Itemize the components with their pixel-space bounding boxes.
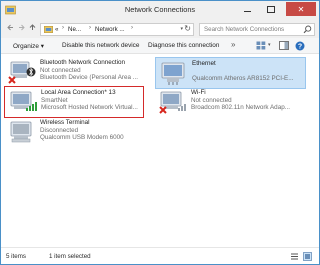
connections-list: Bluetooth Network Connection Not connect…	[1, 54, 319, 247]
connection-status: Not connected	[191, 96, 232, 104]
connection-name: Bluetooth Network Connection	[40, 59, 126, 66]
selection-count: 1 item selected	[49, 253, 91, 260]
status-bar: 5 items 1 item selected	[1, 247, 319, 264]
connection-status: Disconnected	[40, 126, 79, 134]
connection-item-wifi[interactable]: Wi-Fi Not connected Broadcom 802.11n Net…	[155, 87, 305, 117]
breadcrumb-network-connections[interactable]: Network ...	[95, 26, 125, 33]
organize-menu-button[interactable]: Organize ▾	[13, 42, 44, 50]
wifi-adapter-icon	[159, 91, 186, 114]
connection-device: Bluetooth Device (Personal Area ...	[40, 74, 139, 82]
title-bar[interactable]: Network Connections ✕	[1, 1, 319, 20]
disable-device-button[interactable]: Disable this network device	[62, 42, 139, 49]
connection-name: Wireless Terminal	[40, 119, 90, 126]
address-history-dropdown[interactable]: ▾	[180, 26, 183, 32]
minimize-button[interactable]	[236, 2, 258, 16]
maximize-button[interactable]	[260, 2, 282, 16]
connection-name: Ethernet	[192, 60, 216, 67]
connection-name: Local Area Connection* 13	[41, 89, 116, 96]
address-bar[interactable]: « › Ne... › Network ... › ▾ ↻	[40, 23, 194, 36]
chevron-right-icon[interactable]: ›	[89, 25, 91, 31]
refresh-icon[interactable]: ↻	[184, 24, 191, 33]
item-count: 5 items	[6, 253, 26, 260]
search-input[interactable]: Search Network Connections	[204, 26, 284, 33]
hosted-network-adapter-icon	[10, 91, 37, 111]
up-arrow-icon	[29, 24, 36, 30]
close-icon: ✕	[297, 4, 305, 14]
more-commands-button[interactable]: »	[231, 40, 235, 49]
connection-device: Qualcomm Atheros AR8152 PCI-E...	[192, 75, 294, 83]
connection-device: Microsoft Hosted Network Virtual...	[41, 104, 138, 112]
forward-arrow-icon	[19, 24, 25, 31]
chevron-right-icon[interactable]: ›	[131, 25, 133, 31]
view-options-dropdown[interactable]: ▾	[268, 42, 271, 48]
modem-adapter-icon	[10, 121, 32, 143]
forward-button[interactable]	[16, 23, 27, 34]
help-icon[interactable]: ?	[295, 41, 305, 51]
svg-text:?: ?	[298, 44, 302, 51]
change-view-icon[interactable]	[256, 41, 266, 50]
search-box[interactable]: Search Network Connections	[199, 23, 315, 36]
search-icon[interactable]	[303, 25, 312, 34]
connection-status: Not connected	[40, 66, 81, 74]
diagnose-connection-button[interactable]: Diagnose this connection	[148, 42, 219, 49]
network-connections-window: Network Connections ✕ « › Ne... › Networ…	[0, 0, 320, 265]
ethernet-adapter-icon	[161, 62, 185, 85]
connection-status: SmartNet	[41, 96, 68, 104]
connection-item-bluetooth[interactable]: Bluetooth Network Connection Not connect…	[4, 57, 154, 87]
minimize-icon	[243, 10, 251, 12]
connection-device: Broadcom 802.11n Network Adap...	[191, 104, 290, 112]
chevron-right-icon[interactable]: ›	[62, 25, 64, 31]
breadcrumb-overflow[interactable]: «	[55, 26, 58, 33]
large-icons-view-icon[interactable]	[303, 252, 312, 261]
back-arrow-icon	[7, 24, 13, 31]
bluetooth-adapter-icon	[8, 61, 36, 84]
maximize-icon	[267, 5, 275, 13]
close-button[interactable]: ✕	[286, 2, 316, 16]
command-bar: Organize ▾ Disable this network device D…	[1, 38, 319, 54]
navigation-bar: « › Ne... › Network ... › ▾ ↻ Search Net…	[1, 20, 319, 39]
up-button[interactable]	[27, 23, 38, 34]
details-view-icon[interactable]	[290, 252, 299, 261]
connection-device: Qualcomm USB Modem 6000	[40, 134, 124, 142]
back-button[interactable]	[5, 23, 16, 34]
connection-item-wireless-terminal[interactable]: Wireless Terminal Disconnected Qualcomm …	[4, 117, 154, 147]
connection-name: Wi-Fi	[191, 89, 206, 96]
network-folder-icon	[44, 26, 53, 33]
preview-pane-icon[interactable]	[279, 41, 289, 50]
breadcrumb-network-internet[interactable]: Ne...	[68, 26, 81, 33]
connection-item-ethernet[interactable]: Ethernet Qualcomm Atheros AR8152 PCI-E..…	[155, 57, 306, 89]
connection-item-local-area-13[interactable]: Local Area Connection* 13 SmartNet Micro…	[4, 86, 144, 118]
